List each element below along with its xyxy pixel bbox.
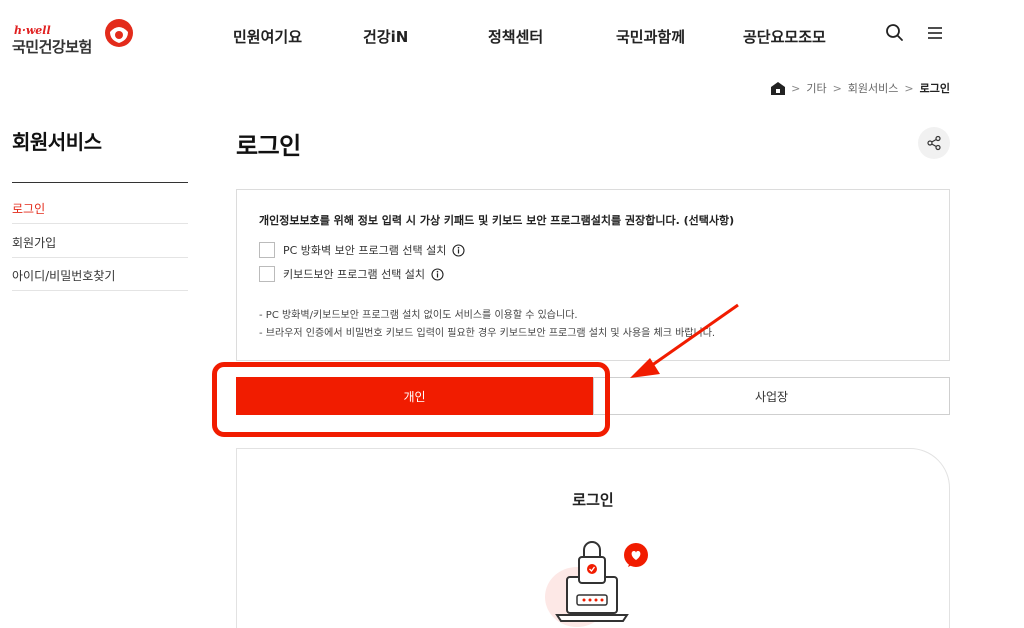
page-title: 로그인 [236,132,301,160]
breadcrumb-separator: > [832,81,842,95]
menu-icon[interactable] [924,22,946,44]
share-icon [927,135,941,151]
logo-text: 국민건강보험 [12,38,92,56]
login-card-title: 로그인 [572,491,614,509]
security-note: - PC 방화벽/키보드보안 프로그램 설치 없이도 서비스를 이용할 수 있습… [259,310,578,321]
sidebar-title: 회원서비스 [12,130,102,154]
sidebar-item-find-id-password[interactable]: 아이디/비밀번호찾기 [12,257,188,291]
share-button[interactable] [918,127,950,159]
nav-item-with-people[interactable]: 국민과함께 [616,26,685,47]
option-keyboard-security: 키보드보안 프로그램 선택 설치 [259,266,444,282]
breadcrumb-separator: > [904,81,914,95]
sidebar-item-login[interactable]: 로그인 [12,190,188,224]
highlight-box [212,362,610,437]
search-icon[interactable] [884,22,906,44]
nav-item-minwon[interactable]: 민원여기요 [233,26,302,47]
keyboard-security-checkbox[interactable] [259,266,275,282]
nav-item-policy-center[interactable]: 정책센터 [488,26,543,47]
home-icon[interactable] [771,81,786,95]
logo[interactable]: h·well 국민건강보험 [12,14,133,58]
info-icon[interactable] [452,243,465,257]
nav-item-corp-info[interactable]: 공단요모조모 [743,26,826,47]
info-icon[interactable] [431,267,444,281]
nav-item-health-in[interactable]: 건강iN [363,26,408,47]
firewall-label[interactable]: PC 방화벽 보안 프로그램 선택 설치 [283,242,446,258]
breadcrumb-item-member-service[interactable]: 회원서비스 [848,80,899,96]
security-note: - 브라우저 인증에서 비밀번호 키보드 입력이 필요한 경우 키보드보안 프로… [259,328,716,339]
security-notice-title: 개인정보보호를 위해 정보 입력 시 가상 키패드 및 키보드 보안 프로그램설… [259,214,735,227]
login-card: 로그인 [236,448,950,628]
logo-mark-icon [105,19,133,47]
sidebar-item-signup[interactable]: 회원가입 [12,224,188,258]
firewall-checkbox[interactable] [259,242,275,258]
option-firewall: PC 방화벽 보안 프로그램 선택 설치 [259,242,465,258]
breadcrumb: > 기타 > 회원서비스 > 로그인 [771,80,950,96]
security-program-panel: 개인정보보호를 위해 정보 입력 시 가상 키패드 및 키보드 보안 프로그램설… [236,189,950,361]
tab-business[interactable]: 사업장 [593,377,950,415]
sidebar-divider [12,182,188,183]
breadcrumb-separator: > [791,81,801,95]
breadcrumb-item-current: 로그인 [919,82,950,95]
breadcrumb-item-etc[interactable]: 기타 [806,80,826,96]
laptop-lock-icon [545,541,648,627]
keyboard-security-label[interactable]: 키보드보안 프로그램 선택 설치 [283,266,425,282]
